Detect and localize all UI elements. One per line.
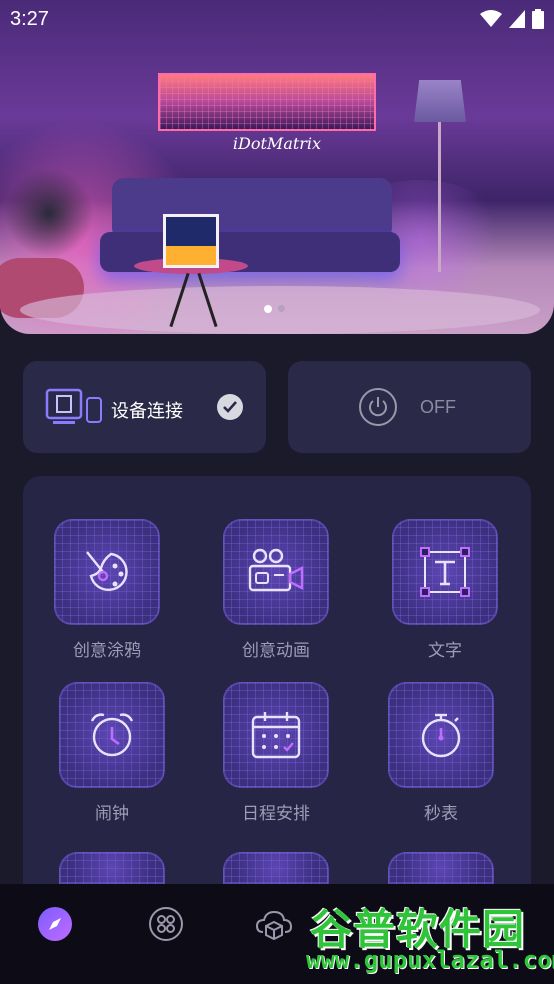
stopwatch-label: 秒表 — [424, 804, 458, 824]
signal-icon — [509, 10, 525, 28]
alarm-label: 闹钟 — [95, 804, 129, 824]
page-dot — [278, 305, 285, 312]
watermark: 谷普软件园 www.gupuxlazal.com — [300, 894, 554, 984]
palette-icon — [86, 551, 128, 592]
grid-icon — [149, 907, 183, 941]
creative-animation-tile[interactable] — [223, 519, 329, 625]
stopwatch-icon — [421, 713, 461, 758]
cloud-box-icon — [255, 910, 293, 941]
feature-tile-partial[interactable] — [223, 852, 329, 884]
device-connection-card[interactable]: 设备连接 — [23, 361, 266, 453]
power-icon[interactable] — [359, 388, 397, 426]
page-indicator — [264, 305, 285, 313]
text-icon — [420, 547, 470, 597]
calendar-icon — [251, 712, 301, 759]
alarm-tile[interactable] — [59, 682, 165, 788]
nav-apps[interactable] — [146, 904, 186, 944]
led-matrix-illustration — [158, 73, 376, 131]
alarm-clock-icon — [90, 713, 134, 757]
battery-icon — [532, 9, 544, 29]
brand-text: iDotMatrix — [232, 134, 322, 153]
status-icons — [480, 9, 544, 29]
plant-illustration — [4, 168, 94, 258]
compass-icon — [38, 907, 72, 941]
connected-check-icon — [217, 394, 243, 420]
feature-tile-partial[interactable] — [388, 852, 494, 884]
pixel-display-illustration — [163, 214, 219, 268]
text-label: 文字 — [428, 641, 462, 661]
wifi-icon — [480, 10, 502, 27]
hero-banner[interactable]: iDotMatrix 3:27 — [0, 0, 554, 334]
schedule-tile[interactable] — [223, 682, 329, 788]
page-dot-active — [264, 305, 272, 313]
lamp-shade-illustration — [414, 80, 466, 122]
device-pair-icon — [45, 388, 102, 424]
sofa-back-illustration — [112, 178, 392, 240]
schedule-label: 日程安排 — [242, 804, 310, 824]
creative-doodle-label: 创意涂鸦 — [73, 641, 141, 661]
creative-animation-label: 创意动画 — [242, 641, 310, 661]
status-bar: 3:27 — [0, 0, 554, 38]
creative-doodle-tile[interactable] — [54, 519, 160, 625]
video-camera-icon — [248, 548, 304, 592]
watermark-url: www.gupuxlazal.com — [306, 946, 554, 974]
nav-cloud[interactable] — [254, 904, 294, 944]
text-tile[interactable] — [392, 519, 498, 625]
power-card[interactable]: OFF — [288, 361, 531, 453]
nav-discover[interactable] — [35, 904, 75, 944]
device-connection-label: 设备连接 — [111, 401, 183, 422]
stopwatch-tile[interactable] — [388, 682, 494, 788]
feature-tile-partial[interactable] — [59, 852, 165, 884]
status-time: 3:27 — [10, 8, 49, 30]
power-status-label: OFF — [420, 397, 456, 417]
